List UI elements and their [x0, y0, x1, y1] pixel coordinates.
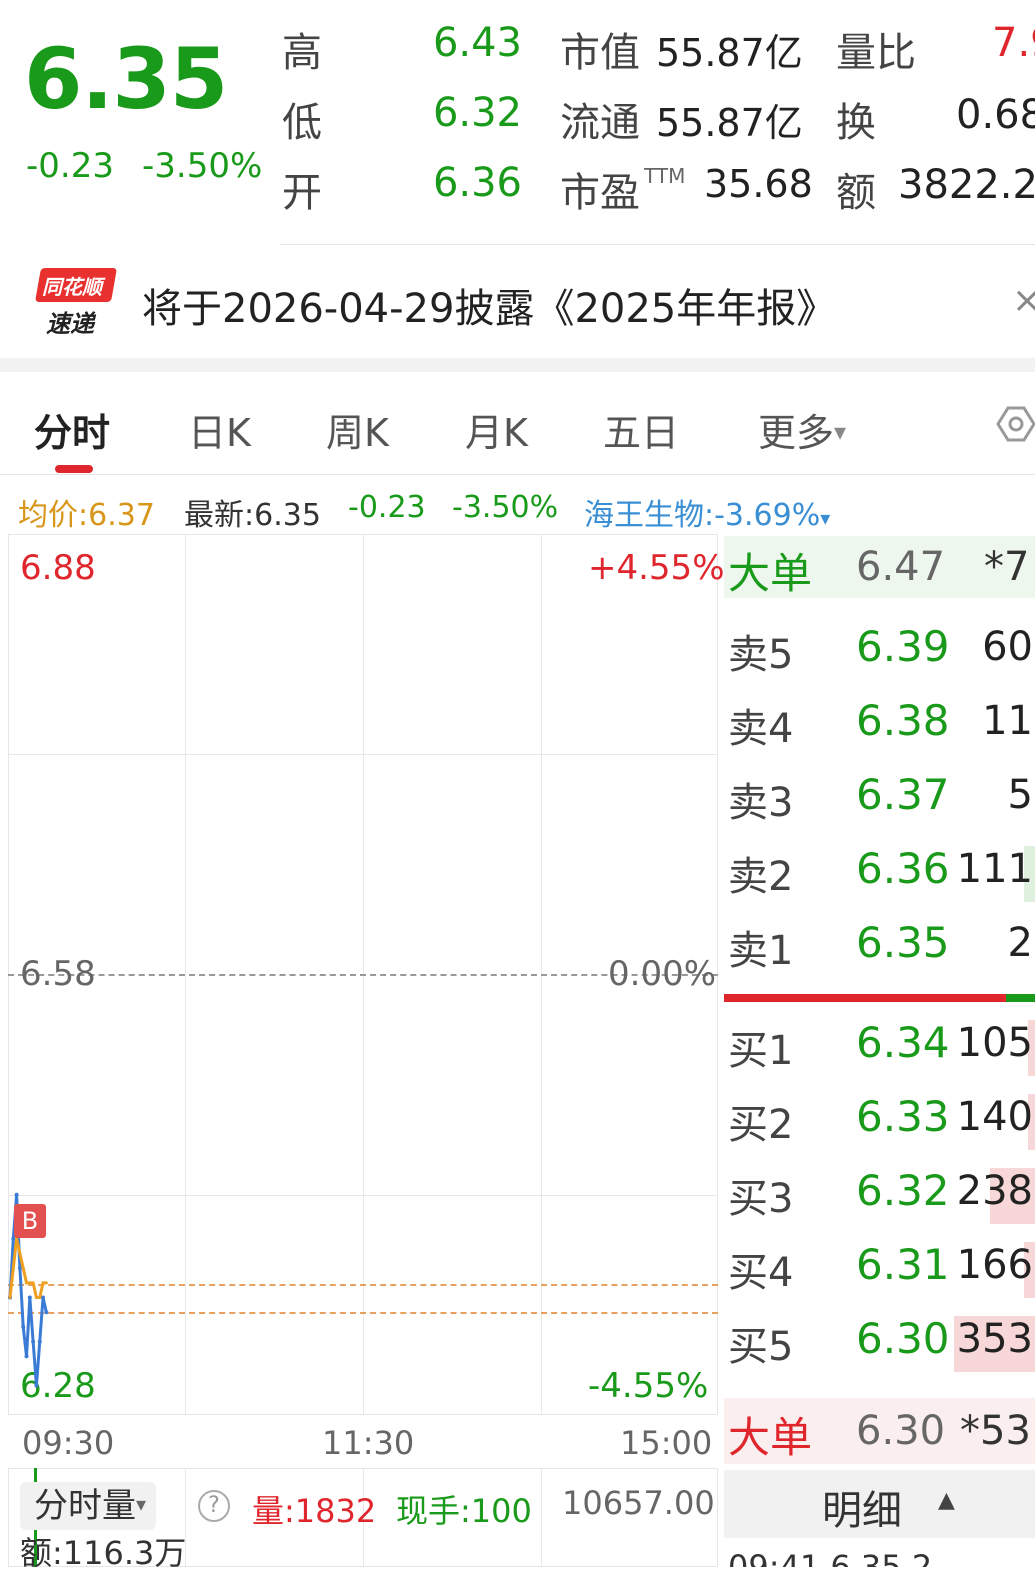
big-sell-vol: *7 — [984, 544, 1030, 590]
series-point — [18, 1251, 22, 1255]
avg-price-line-series — [8, 1238, 47, 1300]
x-label-open: 09:30 — [22, 1424, 115, 1462]
sell-level-label: 卖3 — [728, 780, 794, 826]
big-buy-label: 大单 — [728, 1413, 813, 1462]
series-point — [44, 1310, 49, 1315]
grid-line — [541, 1468, 542, 1567]
sell-level-volume: 2 — [1007, 920, 1033, 966]
x-label-close: 15:00 — [620, 1424, 713, 1462]
series-point — [28, 1281, 32, 1285]
buy-level-price: 6.30 — [856, 1314, 950, 1363]
series-point — [37, 1339, 42, 1344]
buy-level-label: 买4 — [728, 1250, 794, 1296]
buy-level-volume: 105 — [956, 1020, 1033, 1066]
buy-level-label: 买1 — [728, 1028, 794, 1074]
sell-level-price: 6.39 — [856, 622, 950, 671]
buy-ratio-bar — [724, 994, 1006, 1002]
series-point — [38, 1296, 42, 1300]
series-point — [31, 1339, 36, 1344]
sell-level-price: 6.36 — [856, 844, 950, 893]
series-point — [11, 1266, 15, 1270]
buy-level-volume: 166 — [956, 1242, 1033, 1288]
x-label-noon: 11:30 — [322, 1424, 415, 1462]
big-sell-price: 6.47 — [856, 544, 946, 590]
series-point — [14, 1192, 19, 1197]
series-point — [21, 1324, 26, 1329]
series-point — [24, 1354, 29, 1359]
buy-level-label: 买5 — [728, 1324, 794, 1370]
sell-level-price: 6.37 — [856, 770, 950, 819]
buy-level-price: 6.34 — [856, 1018, 950, 1067]
volume-value: 量:1832 — [252, 1492, 377, 1530]
series-point — [44, 1281, 48, 1285]
volume-max: 10657.00 — [562, 1484, 715, 1522]
series-point — [17, 1266, 22, 1271]
sell-level-label: 卖5 — [728, 632, 794, 678]
series-point — [31, 1281, 35, 1285]
sell-level-volume: 5 — [1007, 772, 1033, 818]
buy-level-label: 买3 — [728, 1176, 794, 1222]
help-icon[interactable]: ? — [198, 1490, 230, 1522]
buy-level-label: 买2 — [728, 1102, 794, 1148]
series-point — [27, 1295, 32, 1300]
chevron-up-icon: ▲ — [938, 1488, 955, 1513]
sell-level-label: 卖1 — [728, 928, 794, 974]
sell-level-price: 6.35 — [856, 918, 950, 967]
buy-level-price: 6.33 — [856, 1092, 950, 1141]
buy-level-volume: 140 — [956, 1094, 1033, 1140]
series-point — [41, 1281, 45, 1285]
buy-marker[interactable]: B — [14, 1204, 46, 1238]
buy-level-volume: 353 — [956, 1316, 1033, 1362]
series-point — [25, 1281, 29, 1285]
amount-label: 额:116.3万 — [20, 1534, 187, 1572]
volume-selector-label: 分时量 — [34, 1486, 136, 1526]
buy-level-price: 6.32 — [856, 1166, 950, 1215]
sell-level-label: 卖4 — [728, 706, 794, 752]
series-point — [34, 1296, 38, 1300]
current-hand-value: 现手:100 — [396, 1492, 532, 1530]
series-point — [41, 1295, 46, 1300]
detail-first-row: 09:41 6.35 2 — [728, 1548, 933, 1567]
buy-level-price: 6.31 — [856, 1240, 950, 1289]
buy-level-volume: 238 — [956, 1168, 1033, 1214]
detail-label: 明细 — [822, 1488, 902, 1534]
series-point — [21, 1266, 25, 1270]
sell-ratio-bar — [1006, 994, 1035, 1002]
sell-level-volume: 11 — [982, 698, 1033, 744]
chevron-down-icon: ▾ — [136, 1492, 147, 1516]
big-sell-label: 大单 — [728, 549, 813, 598]
sell-level-volume: 111 — [956, 846, 1033, 892]
sell-level-price: 6.38 — [856, 696, 950, 745]
series-point — [34, 1383, 39, 1388]
big-buy-price: 6.30 — [856, 1408, 946, 1454]
series-point — [8, 1296, 12, 1300]
big-buy-vol: *53 — [960, 1408, 1031, 1454]
sell-level-label: 卖2 — [728, 854, 794, 900]
sell-level-volume: 60 — [982, 624, 1033, 670]
detail-button[interactable]: 明细 ▲ — [724, 1470, 1035, 1538]
volume-selector[interactable]: 分时量▾ — [20, 1482, 157, 1530]
